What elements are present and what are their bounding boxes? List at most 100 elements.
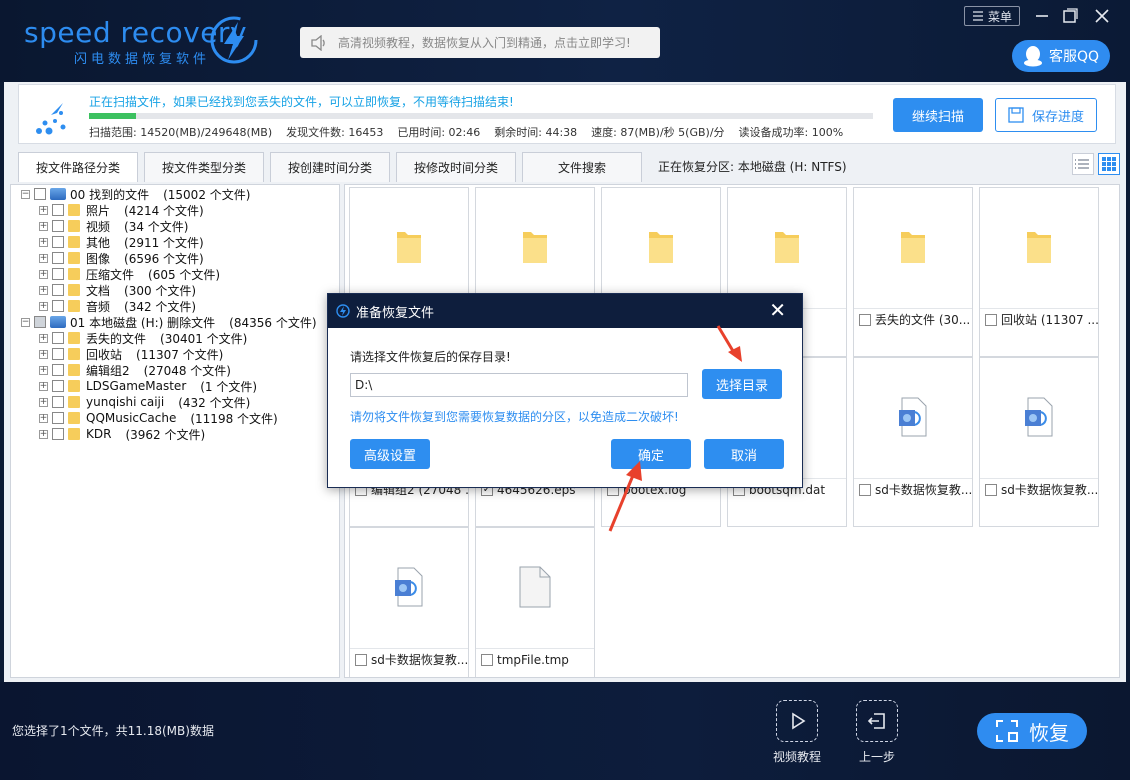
save-path-input[interactable]: D:\ <box>350 373 688 397</box>
file-card[interactable]: tmpFile.tmp <box>475 527 595 677</box>
tree-folder-item[interactable]: + 回收站 (11307 个文件) <box>39 346 223 362</box>
folder-tree: − 00 找到的文件 (15002 个文件) + 照片 (4214 个文件) + 视频 (34 … <box>10 184 340 678</box>
tree-folder-item[interactable]: + 压缩文件 (605 个文件) <box>39 266 220 282</box>
tree-root-item[interactable]: − 01 本地磁盘 (H:) 删除文件 (84356 个文件) <box>21 314 317 330</box>
tree-checkbox[interactable] <box>52 300 64 312</box>
choose-directory-button[interactable]: 选择目录 <box>702 369 782 399</box>
file-checkbox[interactable] <box>985 313 997 326</box>
tab-by-path[interactable]: 按文件路径分类 <box>18 152 138 182</box>
tab-file-search[interactable]: 文件搜索 <box>522 152 642 182</box>
expand-toggle-icon[interactable]: − <box>21 317 30 327</box>
tree-checkbox[interactable] <box>52 348 64 360</box>
expand-toggle-icon[interactable]: − <box>21 189 30 199</box>
tree-checkbox[interactable] <box>52 428 64 440</box>
tree-checkbox[interactable] <box>52 380 64 392</box>
tree-checkbox[interactable] <box>52 252 64 264</box>
file-name: 丢失的文件 (30... <box>875 313 971 327</box>
dialog-title: 准备恢复文件 <box>356 305 435 321</box>
close-icon[interactable] <box>1092 6 1112 26</box>
folder-icon <box>602 188 720 306</box>
tree-checkbox[interactable] <box>52 412 64 424</box>
tree-folder-item[interactable]: + 文档 (300 个文件) <box>39 282 196 298</box>
expand-toggle-icon[interactable]: + <box>39 301 48 311</box>
tree-folder-item[interactable]: + KDR (3962 个文件) <box>39 426 205 442</box>
tree-folder-item[interactable]: + 丢失的文件 (30401 个文件) <box>39 330 247 346</box>
tree-checkbox[interactable] <box>52 204 64 216</box>
expand-toggle-icon[interactable]: + <box>39 205 48 215</box>
tree-folder-item[interactable]: + QQMusicCache (11198 个文件) <box>39 410 278 426</box>
video-tutorial-button[interactable] <box>776 700 818 742</box>
tree-checkbox[interactable] <box>52 236 64 248</box>
expand-toggle-icon[interactable]: + <box>39 333 48 343</box>
tree-item-count: (15002 个文件) <box>163 187 251 202</box>
file-checkbox[interactable] <box>481 653 493 666</box>
tree-checkbox[interactable] <box>52 284 64 296</box>
expand-toggle-icon[interactable]: + <box>39 381 48 391</box>
tree-item-label: 照片 <box>86 203 111 218</box>
tree-folder-item[interactable]: + 视频 (34 个文件) <box>39 218 188 234</box>
tree-folder-item[interactable]: + 图像 (6596 个文件) <box>39 250 204 266</box>
tree-checkbox[interactable] <box>52 268 64 280</box>
file-card[interactable]: 丢失的文件 (30... <box>853 187 973 357</box>
expand-toggle-icon[interactable]: + <box>39 285 48 295</box>
list-view-icon[interactable] <box>1072 153 1094 175</box>
scan-status-text: 正在扫描文件，如果已经找到您丢失的文件，可以立即恢复，不用等待扫描结束! <box>89 95 514 109</box>
tree-folder-item[interactable]: + 编辑组2 (27048 个文件) <box>39 362 231 378</box>
tree-folder-item[interactable]: + 音频 (342 个文件) <box>39 298 196 314</box>
tree-folder-item[interactable]: + LDSGameMaster (1 个文件) <box>39 378 257 394</box>
tab-by-type[interactable]: 按文件类型分类 <box>144 152 264 182</box>
file-checkbox[interactable] <box>859 483 871 496</box>
tree-checkbox[interactable] <box>34 188 46 200</box>
file-card[interactable]: sd卡数据恢复教... <box>853 357 973 527</box>
scan-range: 扫描范围: 14520(MB)/249648(MB) <box>89 126 273 139</box>
file-card[interactable]: 回收站 (11307 ... <box>979 187 1099 357</box>
tree-item-count: (3962 个文件) <box>125 427 206 442</box>
minimize-icon[interactable] <box>1032 6 1052 26</box>
expand-toggle-icon[interactable]: + <box>39 237 48 247</box>
expand-toggle-icon[interactable]: + <box>39 413 48 423</box>
save-progress-button[interactable]: 保存进度 <box>995 98 1097 132</box>
dialog-close-icon[interactable]: ✕ <box>769 299 786 321</box>
continue-scan-button[interactable]: 继续扫描 <box>893 98 983 132</box>
grid-view-icon[interactable] <box>1098 153 1120 175</box>
file-card[interactable]: sd卡数据恢复教... <box>979 357 1099 527</box>
cancel-button[interactable]: 取消 <box>704 439 784 469</box>
tree-folder-item[interactable]: + yunqishi caiji (432 个文件) <box>39 394 250 410</box>
file-caption: sd卡数据恢复教... <box>854 478 972 500</box>
expand-toggle-icon[interactable]: + <box>39 221 48 231</box>
expand-toggle-icon[interactable]: + <box>39 253 48 263</box>
back-icon <box>867 713 885 729</box>
tree-root-item[interactable]: − 00 找到的文件 (15002 个文件) <box>21 186 250 202</box>
tree-folder-item[interactable]: + 其他 (2911 个文件) <box>39 234 204 250</box>
tutorial-banner[interactable]: 高清视频教程，数据恢复从入门到精通，点击立即学习! <box>300 27 660 58</box>
tree-checkbox[interactable] <box>34 316 46 328</box>
file-card[interactable]: sd卡数据恢复教... <box>349 527 469 677</box>
expand-toggle-icon[interactable]: + <box>39 349 48 359</box>
expand-toggle-icon[interactable]: + <box>39 365 48 375</box>
tree-checkbox[interactable] <box>52 396 64 408</box>
tab-by-modified[interactable]: 按修改时间分类 <box>396 152 516 182</box>
restore-button[interactable]: 恢复 <box>977 713 1087 749</box>
expand-toggle-icon[interactable]: + <box>39 397 48 407</box>
expand-toggle-icon[interactable]: + <box>39 429 48 439</box>
folder-icon <box>68 348 80 360</box>
expand-toggle-icon[interactable]: + <box>39 269 48 279</box>
advanced-settings-button[interactable]: 高级设置 <box>350 439 430 469</box>
tree-folder-item[interactable]: + 照片 (4214 个文件) <box>39 202 204 218</box>
tab-by-created[interactable]: 按创建时间分类 <box>270 152 390 182</box>
tree-checkbox[interactable] <box>52 220 64 232</box>
maximize-icon[interactable] <box>1060 6 1080 26</box>
folder-icon <box>68 300 80 312</box>
file-checkbox[interactable] <box>859 313 871 326</box>
support-qq-button[interactable]: 客服QQ <box>1012 40 1110 72</box>
file-checkbox[interactable] <box>985 483 997 496</box>
tree-item-label: 01 本地磁盘 (H:) 删除文件 <box>70 315 216 330</box>
menu-button[interactable]: 菜单 <box>964 6 1020 26</box>
app-small-icon <box>336 304 350 318</box>
tree-item-label: LDSGameMaster <box>86 379 187 393</box>
tree-checkbox[interactable] <box>52 364 64 376</box>
restore-label: 恢复 <box>1029 720 1069 745</box>
file-checkbox[interactable] <box>355 653 367 666</box>
back-button[interactable] <box>856 700 898 742</box>
tree-checkbox[interactable] <box>52 332 64 344</box>
